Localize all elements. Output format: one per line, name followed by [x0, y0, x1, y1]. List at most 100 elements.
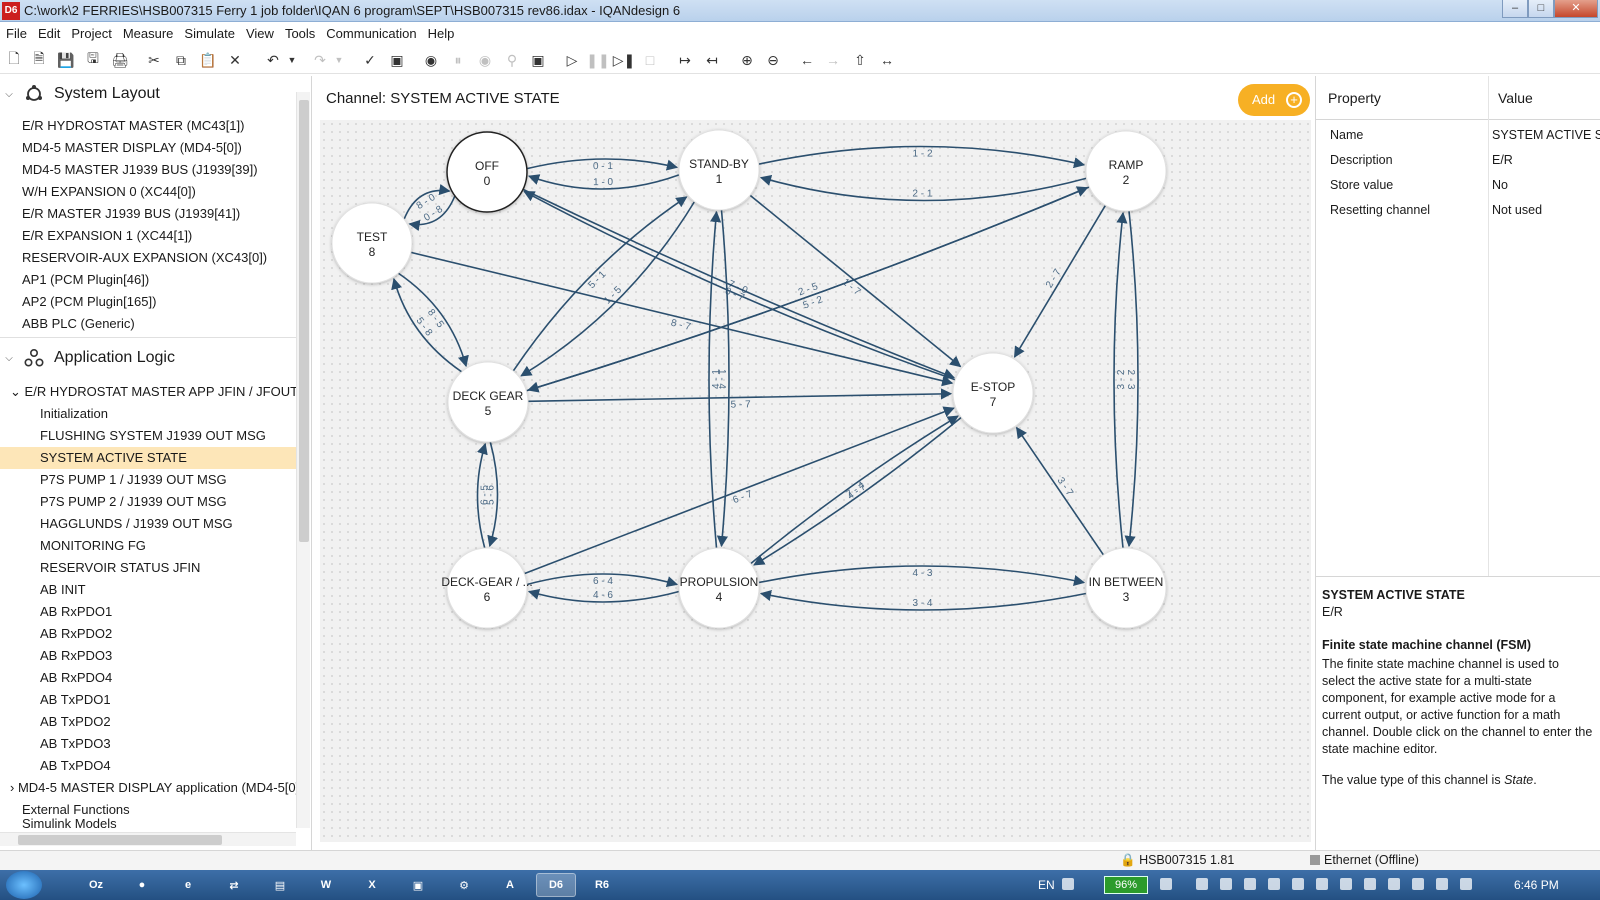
stop-record-icon[interactable]: ◉	[475, 50, 495, 70]
state-node-6[interactable]: DECK-GEAR / ...6	[441, 547, 533, 629]
transition-3-7[interactable]	[1016, 426, 1105, 556]
state-node-1[interactable]: STAND-BY1	[678, 129, 760, 211]
layout-item[interactable]: MD4-5 MASTER J1939 BUS (J1939[39])	[22, 159, 258, 181]
step-out-icon[interactable]: ↤	[702, 50, 722, 70]
keyboard-icon[interactable]	[1062, 878, 1074, 890]
logic-item[interactable]: AB TxPDO3	[40, 733, 111, 755]
tree-horizontal-scrollbar[interactable]	[0, 832, 296, 846]
layout-item[interactable]: E/R EXPANSION 1 (XC44[1])	[22, 225, 192, 247]
property-row-store-value[interactable]: Store value No	[1316, 174, 1600, 198]
minimize-button[interactable]: –	[1502, 0, 1528, 18]
property-value[interactable]: E/R	[1492, 153, 1513, 167]
taskbar-settings-icon[interactable]: ⚙	[444, 873, 484, 897]
pause-record-icon[interactable]: ⏸	[448, 50, 468, 70]
property-row-resetting-channel[interactable]: Resetting channel Not used	[1316, 199, 1600, 223]
transition-1-5[interactable]	[520, 201, 696, 377]
state-node-7[interactable]: E-STOP7	[952, 352, 1034, 434]
clock[interactable]: 6:46 PM	[1514, 878, 1559, 892]
logic-item[interactable]: AB TxPDO2	[40, 711, 111, 733]
transition-2-7[interactable]	[1013, 204, 1107, 358]
property-row-description[interactable]: Description E/R	[1316, 149, 1600, 173]
stop-icon[interactable]: □	[640, 50, 660, 70]
tree-vertical-scrollbar[interactable]	[296, 92, 310, 828]
tray-app-icon[interactable]	[1364, 878, 1376, 890]
state-machine-diagram[interactable]: 1 - 00 - 12 - 11 - 20 - 88 - 08 - 55 - 8…	[320, 120, 1311, 842]
scrollbar-thumb[interactable]	[299, 100, 309, 542]
logic-item[interactable]: RESERVOIR STATUS JFIN	[40, 557, 200, 579]
logic-item[interactable]: AB INIT	[40, 579, 86, 601]
taskbar-explorer-icon[interactable]: ▣	[398, 873, 438, 897]
taskbar-ie-icon[interactable]: e	[168, 873, 208, 897]
taskbar-word-icon[interactable]: W	[306, 873, 346, 897]
property-value[interactable]: Not used	[1492, 203, 1542, 217]
state-node-2[interactable]: RAMP2	[1085, 130, 1167, 212]
app-node-hydrostat[interactable]: ⌄ E/R HYDROSTAT MASTER APP JFIN / JFOUT …	[10, 381, 296, 403]
menu-view[interactable]: View	[246, 26, 274, 41]
logic-item[interactable]: P7S PUMP 1 / J1939 OUT MSG	[40, 469, 227, 491]
layout-item[interactable]: E/R HYDROSTAT MASTER (MC43[1])	[22, 115, 244, 137]
tray-app-icon[interactable]	[1412, 878, 1424, 890]
close-button[interactable]: ✕	[1554, 0, 1598, 18]
menu-tools[interactable]: Tools	[285, 26, 315, 41]
menu-file[interactable]: File	[6, 26, 27, 41]
property-value[interactable]: SYSTEM ACTIVE ST	[1492, 128, 1600, 142]
pause-icon[interactable]: ❚❚	[586, 50, 609, 70]
validate-icon[interactable]: ▣	[387, 50, 407, 70]
layout-item[interactable]: AP2 (PCM Plugin[165])	[22, 291, 156, 313]
state-node-4[interactable]: PROPULSION4	[678, 547, 760, 629]
battery-indicator[interactable]: 96%	[1104, 876, 1148, 894]
logic-item[interactable]: MONITORING FG	[40, 535, 146, 557]
app-node-display[interactable]: › MD4-5 MASTER DISPLAY application (MD4-…	[10, 777, 296, 799]
taskbar-iqandesign-icon[interactable]: D6	[536, 873, 576, 897]
chevron-right-icon[interactable]: ›	[10, 780, 14, 795]
check-icon[interactable]: ✓	[360, 50, 380, 70]
logic-item[interactable]: AB RxPDO3	[40, 645, 112, 667]
logic-item[interactable]: AB RxPDO4	[40, 667, 112, 689]
add-button[interactable]: Add +	[1238, 84, 1310, 116]
state-node-5[interactable]: DECK GEAR5	[447, 361, 529, 443]
state-node-3[interactable]: IN BETWEEN3	[1085, 547, 1167, 629]
tray-app-icon[interactable]	[1220, 878, 1232, 890]
logic-item-selected[interactable]: SYSTEM ACTIVE STATE	[0, 447, 296, 469]
taskbar-excel-icon[interactable]: X	[352, 873, 392, 897]
transition-6-7[interactable]	[524, 406, 955, 575]
chevron-down-icon[interactable]: ⌵	[2, 89, 16, 100]
record-icon[interactable]: ◉	[421, 50, 441, 70]
redo-dropdown-icon[interactable]: ▼	[333, 50, 345, 70]
save-as-icon[interactable]: 🖫	[83, 50, 103, 70]
redo-icon[interactable]: ↷	[310, 50, 330, 70]
forward-icon[interactable]: →	[823, 50, 843, 70]
logic-item[interactable]: P7S PUMP 2 / J1939 OUT MSG	[40, 491, 227, 513]
new-file-icon[interactable]: 🗋	[4, 50, 24, 70]
layout-item[interactable]: MD4-5 MASTER DISPLAY (MD4-5[0])	[22, 137, 242, 159]
state-node-8[interactable]: TEST8	[331, 202, 413, 284]
menu-project[interactable]: Project	[71, 26, 111, 41]
chevron-down-icon[interactable]: ⌄	[10, 384, 21, 399]
layout-item[interactable]: RESERVOIR-AUX EXPANSION (XC43[0])	[22, 247, 267, 269]
language-indicator[interactable]: EN	[1038, 878, 1055, 892]
copy-icon[interactable]: ⧉	[171, 50, 191, 70]
step-into-icon[interactable]: ↦	[675, 50, 695, 70]
network-icon[interactable]	[1436, 878, 1448, 890]
flag-icon[interactable]	[1388, 878, 1400, 890]
taskbar-notepad-icon[interactable]: ▤	[260, 873, 300, 897]
layout-item[interactable]: ABB PLC (Generic)	[22, 313, 135, 335]
scrollbar-thumb[interactable]	[18, 835, 222, 845]
tray-app-icon[interactable]	[1292, 878, 1304, 890]
taskbar-outlook-icon[interactable]: Oz	[76, 873, 116, 897]
taskbar-sync-icon[interactable]: ⇄	[214, 873, 254, 897]
volume-icon[interactable]	[1460, 878, 1472, 890]
tray-app-icon[interactable]	[1316, 878, 1328, 890]
system-layout-header[interactable]: ⌵ System Layout	[0, 76, 296, 112]
tray-app-icon[interactable]	[1268, 878, 1280, 890]
taskbar-iqanrun-icon[interactable]: R6	[582, 873, 622, 897]
logic-item[interactable]: AB TxPDO1	[40, 689, 111, 711]
property-value[interactable]: No	[1492, 178, 1508, 192]
undo-dropdown-icon[interactable]: ▼	[286, 50, 298, 70]
layout-item[interactable]: E/R MASTER J1939 BUS (J1939[41])	[22, 203, 240, 225]
step-icon[interactable]: ▷❚	[613, 50, 636, 70]
application-logic-header[interactable]: ⌵ Application Logic	[0, 340, 296, 376]
paste-icon[interactable]: 📋	[198, 50, 218, 70]
play-icon[interactable]: ▷	[562, 50, 582, 70]
zoom-in-icon[interactable]: ⊕	[737, 50, 757, 70]
